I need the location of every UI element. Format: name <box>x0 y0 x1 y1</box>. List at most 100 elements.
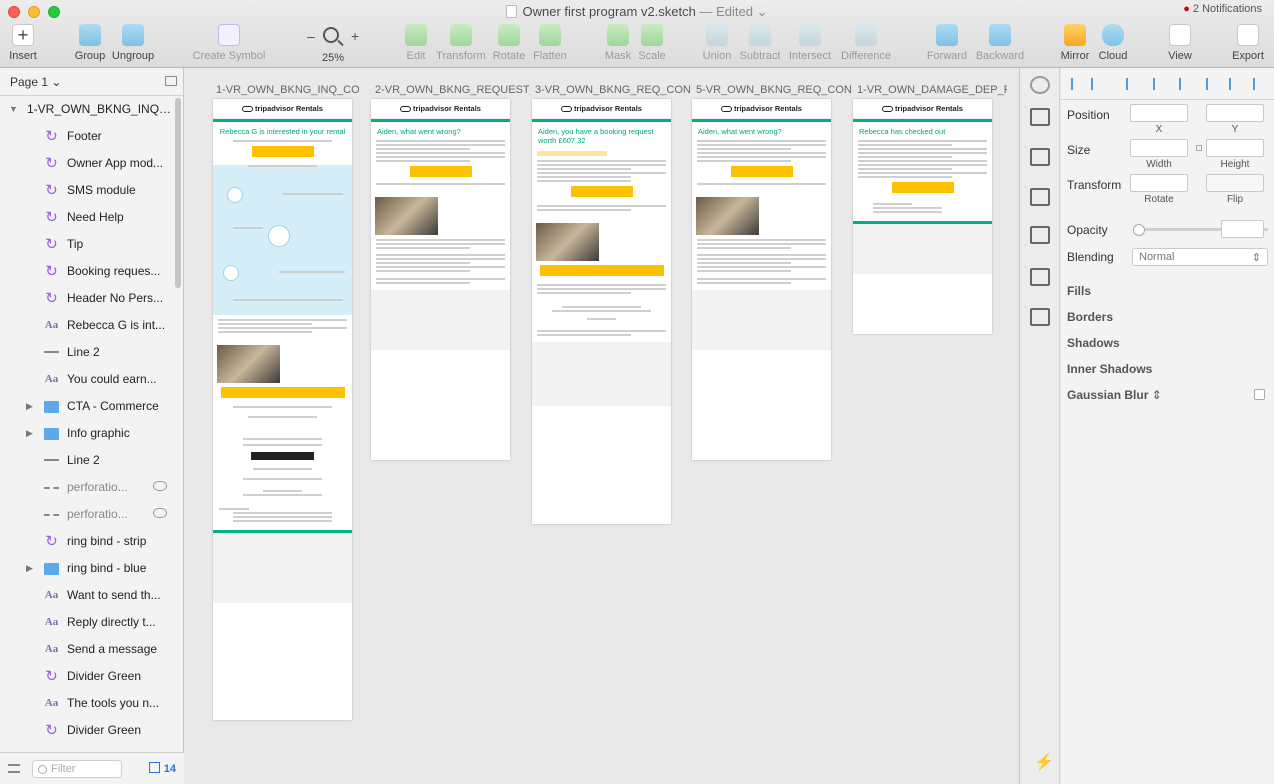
transform-button[interactable]: Transform <box>435 24 487 62</box>
opacity-field[interactable] <box>1221 220 1264 238</box>
align-center-icon[interactable] <box>1153 78 1165 90</box>
align-left-edge-icon[interactable] <box>1126 78 1138 90</box>
align-right-icon[interactable] <box>1179 78 1191 90</box>
artboard-label[interactable]: 1-VR_OWN_DAMAGE_DEP_PR <box>857 84 1007 96</box>
layer-row[interactable]: Aa Rebecca G is int... <box>0 312 183 339</box>
list-icon[interactable] <box>1030 188 1050 206</box>
layer-row[interactable]: Aa Send a message <box>0 636 183 663</box>
zoom-level[interactable]: 25% <box>322 52 344 64</box>
layer-row[interactable]: ↻ Booking reques... <box>0 258 183 285</box>
edit-button[interactable]: Edit <box>399 24 433 62</box>
shadows-section[interactable]: Shadows <box>1061 329 1274 355</box>
fills-section[interactable]: Fills <box>1061 277 1274 303</box>
color-picker-icon[interactable] <box>1030 76 1050 94</box>
gaussian-blur-section[interactable]: Gaussian Blur ⇕ <box>1061 381 1274 407</box>
layer-row[interactable]: ↻ Need Help <box>0 204 183 231</box>
artboard-2[interactable]: tripadvisor Rentals Aiden, what went wro… <box>371 99 510 460</box>
backward-button[interactable]: Backward <box>973 24 1027 62</box>
layer-row[interactable]: ↻ ring bind - strip <box>0 528 183 555</box>
share-icon[interactable] <box>1030 108 1050 126</box>
create-symbol-button[interactable]: Create Symbol <box>190 24 268 62</box>
layer-row[interactable]: ▶ ring bind - blue <box>0 555 183 582</box>
layers-scrollbar[interactable] <box>175 98 181 288</box>
artboard-1[interactable]: tripadvisor Rentals Rebecca G is interes… <box>213 99 352 720</box>
layer-row[interactable]: perforatio... <box>0 474 183 501</box>
scale-button[interactable]: Scale <box>636 24 668 62</box>
mirror-button[interactable]: Mirror <box>1058 24 1092 62</box>
layer-row[interactable]: Line 2 <box>0 447 183 474</box>
y-field[interactable] <box>1206 104 1264 122</box>
layer-row[interactable]: ↻ Tip <box>0 231 183 258</box>
layer-row[interactable]: Line 2 <box>0 339 183 366</box>
borders-section[interactable]: Borders <box>1061 303 1274 329</box>
flip-buttons[interactable] <box>1206 174 1264 192</box>
forward-button[interactable]: Forward <box>925 24 969 62</box>
layer-row[interactable]: ↻ Header No Pers... <box>0 285 183 312</box>
disclosure-triangle-icon[interactable]: ▼ <box>9 96 18 123</box>
align-left-icon[interactable] <box>1071 78 1083 90</box>
artboard-5[interactable]: tripadvisor Rentals Rebecca has checked … <box>853 99 992 334</box>
artboard-4[interactable]: tripadvisor Rentals Aiden, what went wro… <box>692 99 831 460</box>
eye-icon[interactable] <box>153 481 167 491</box>
mask-button[interactable]: Mask <box>602 24 634 62</box>
inner-shadows-section[interactable]: Inner Shadows <box>1061 355 1274 381</box>
difference-button[interactable]: Difference <box>838 24 894 62</box>
layer-row[interactable]: ↻ Divider Green <box>0 717 183 744</box>
layer-row[interactable]: ↻ Owner App mod... <box>0 150 183 177</box>
disclosure-triangle-icon[interactable]: ▶ <box>26 420 33 447</box>
resize-icon[interactable] <box>1030 226 1050 244</box>
view-button[interactable]: View <box>1162 24 1198 62</box>
subtract-button[interactable]: Subtract <box>737 24 783 62</box>
align-top-icon[interactable] <box>1206 78 1218 90</box>
page-selector[interactable]: Page 1 ⌄ <box>0 68 183 96</box>
width-field[interactable] <box>1130 139 1188 157</box>
layers-stack-icon[interactable] <box>1030 148 1050 166</box>
collapse-pages-icon[interactable] <box>165 76 177 86</box>
artboard-layer[interactable]: ▼ 1-VR_OWN_BKNG_INQ_... <box>0 96 183 123</box>
rotate-field[interactable] <box>1130 174 1188 192</box>
notifications-badge[interactable]: ● 2 Notifications <box>1177 2 1268 18</box>
height-field[interactable] <box>1206 139 1264 157</box>
rotate-button[interactable]: Rotate <box>490 24 528 62</box>
layer-row[interactable]: Aa Want to send th... <box>0 582 183 609</box>
gaussian-blur-checkbox[interactable] <box>1254 389 1265 400</box>
align-middle-icon[interactable] <box>1229 78 1241 90</box>
lightning-icon[interactable]: ⚡ <box>1034 752 1054 772</box>
layer-row[interactable]: ▶ Info graphic <box>0 420 183 447</box>
disclosure-triangle-icon[interactable]: ▶ <box>26 555 33 582</box>
disclosure-triangle-icon[interactable]: ▶ <box>26 393 33 420</box>
zoom-in-button[interactable]: + <box>351 28 359 44</box>
align-bottom-icon[interactable] <box>1253 78 1265 90</box>
artboard-label[interactable]: 5-VR_OWN_BKNG_REQ_CONF_ <box>696 84 851 96</box>
lock-icon[interactable] <box>1196 145 1202 151</box>
sort-icon[interactable] <box>8 764 20 773</box>
eye-icon[interactable] <box>153 508 167 518</box>
filter-input[interactable]: Filter <box>32 760 122 778</box>
flatten-button[interactable]: Flatten <box>530 24 570 62</box>
image-edit-icon[interactable] <box>1030 268 1050 286</box>
insert-button[interactable]: + Insert <box>6 24 40 62</box>
blend-mode-select[interactable]: Normal ⇕ <box>1132 248 1268 266</box>
artboard-label[interactable]: 3-VR_OWN_BKNG_REQ_CONF_C <box>535 84 690 96</box>
distribute-icon[interactable] <box>1091 78 1103 90</box>
artboard-3[interactable]: tripadvisor Rentals Aiden, you have a bo… <box>532 99 671 524</box>
zoom-out-button[interactable]: – <box>307 28 315 44</box>
layer-row[interactable]: ↻ Footer <box>0 123 183 150</box>
add-image-icon[interactable] <box>1030 308 1050 326</box>
layer-row[interactable]: ▶ CTA - Commerce <box>0 393 183 420</box>
symbol-count[interactable]: 14 <box>149 762 176 775</box>
export-button[interactable]: Export <box>1229 24 1267 62</box>
layer-row[interactable]: Aa You could earn... <box>0 366 183 393</box>
layer-row[interactable]: Aa The tools you n... <box>0 690 183 717</box>
layer-row[interactable]: Aa Reply directly t... <box>0 609 183 636</box>
cloud-button[interactable]: Cloud <box>1096 24 1130 62</box>
union-button[interactable]: Union <box>700 24 734 62</box>
group-button[interactable]: Group <box>72 24 108 62</box>
layer-row[interactable]: perforatio... <box>0 501 183 528</box>
artboard-label[interactable]: 1-VR_OWN_BKNG_INQ_CON <box>216 84 359 96</box>
x-field[interactable] <box>1130 104 1188 122</box>
ungroup-button[interactable]: Ungroup <box>110 24 156 62</box>
layer-row[interactable]: ↻ Divider Green <box>0 663 183 690</box>
artboard-label[interactable]: 2-VR_OWN_BKNG_REQUEST_EXP <box>375 84 530 96</box>
layer-row[interactable]: ↻ SMS module <box>0 177 183 204</box>
